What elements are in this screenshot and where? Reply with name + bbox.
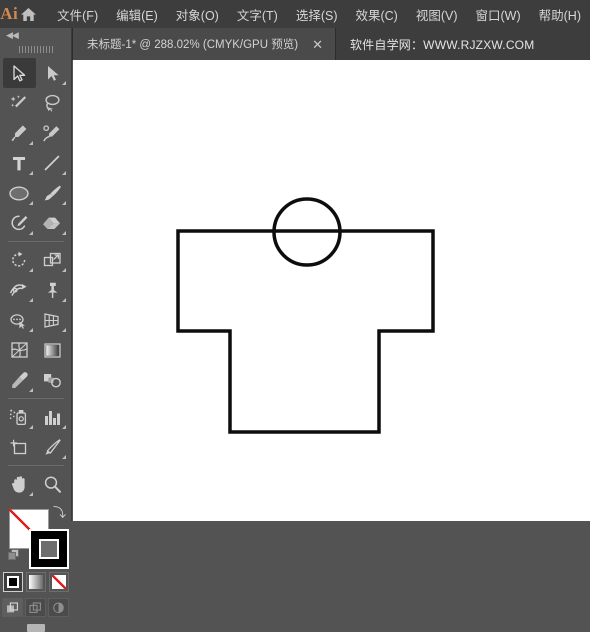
tool-separator	[3, 238, 69, 245]
scale-tool[interactable]	[36, 245, 69, 275]
zoom-tool[interactable]	[36, 469, 69, 499]
menu-view[interactable]: 视图(V)	[407, 1, 467, 28]
tools-panel: ◀◀ ⤵	[0, 28, 72, 632]
document-tab-title: 未标题-1* @ 288.02% (CMYK/GPU 预览)	[87, 39, 299, 51]
ai-logo: Ai	[0, 4, 19, 23]
direct-selection-tool[interactable]	[36, 58, 69, 88]
paintbrush-tool[interactable]	[36, 178, 69, 208]
document-tab-bar: 未标题-1* @ 288.02% (CMYK/GPU 预览) ✕ 软件自学网：W…	[0, 28, 590, 60]
home-icon[interactable]	[19, 0, 39, 28]
eraser-tool[interactable]	[36, 208, 69, 238]
shape-builder-tool[interactable]	[3, 305, 36, 335]
color-mode-button[interactable]	[2, 572, 23, 592]
illustrator-window: Ai 文件(F) 编辑(E) 对象(O) 文字(T) 选择(S) 效果(C) 视…	[0, 0, 590, 632]
symbol-sprayer-tool[interactable]	[3, 402, 36, 432]
slice-tool[interactable]	[36, 432, 69, 462]
column-graph-tool[interactable]	[36, 402, 69, 432]
tool-grid	[0, 58, 71, 499]
free-transform-tool[interactable]	[36, 275, 69, 305]
lasso-tool[interactable]	[36, 88, 69, 118]
tool-separator	[3, 395, 69, 402]
draw-normal-button[interactable]	[2, 598, 23, 617]
draw-behind-button[interactable]	[25, 598, 46, 617]
draw-mode-row	[0, 598, 71, 617]
hand-tool[interactable]	[3, 469, 36, 499]
menu-help[interactable]: 帮助(H)	[530, 1, 590, 28]
screen-mode-button[interactable]	[0, 624, 71, 632]
menu-type[interactable]: 文字(T)	[228, 1, 287, 28]
solid-color-icon	[6, 576, 19, 588]
width-tool[interactable]	[3, 275, 36, 305]
selection-tool[interactable]	[2, 58, 36, 88]
menu-window[interactable]: 窗口(W)	[467, 1, 530, 28]
perspective-grid-tool[interactable]	[36, 305, 69, 335]
swap-fill-stroke-icon[interactable]: ⤵	[53, 506, 66, 519]
menu-bar: Ai 文件(F) 编辑(E) 对象(O) 文字(T) 选择(S) 效果(C) 视…	[0, 0, 590, 29]
collapse-panel-icon[interactable]: ◀◀	[0, 28, 71, 42]
panel-drag-handle[interactable]	[0, 42, 71, 56]
t-shirt-outline-drawing	[176, 197, 435, 434]
gradient-tool[interactable]	[36, 335, 69, 365]
eyedropper-tool[interactable]	[3, 365, 36, 395]
line-segment-tool[interactable]	[36, 148, 69, 178]
color-mode-row	[0, 572, 71, 592]
blend-tool[interactable]	[36, 365, 69, 395]
menu-effect[interactable]: 效果(C)	[346, 1, 406, 28]
document-tab[interactable]: 未标题-1* @ 288.02% (CMYK/GPU 预览) ✕	[73, 28, 336, 60]
watermark-text: 软件自学网：WWW.RJZXW.COM	[349, 37, 535, 52]
curvature-tool[interactable]	[36, 118, 69, 148]
close-icon[interactable]: ✕	[309, 37, 326, 52]
rotate-tool[interactable]	[3, 245, 36, 275]
t-shirt-body-path[interactable]	[176, 229, 435, 434]
magic-wand-tool[interactable]	[3, 88, 36, 118]
menu-file[interactable]: 文件(F)	[48, 1, 107, 28]
fill-stroke-controls: ⤵	[0, 504, 71, 569]
menu-object[interactable]: 对象(O)	[167, 1, 228, 28]
none-icon	[51, 575, 66, 589]
default-fill-stroke-icon[interactable]	[8, 549, 21, 562]
draw-inside-button[interactable]	[48, 598, 69, 617]
pen-tool[interactable]	[3, 118, 36, 148]
mesh-tool[interactable]	[3, 335, 36, 365]
menu-edit[interactable]: 编辑(E)	[107, 1, 167, 28]
type-tool[interactable]	[3, 148, 36, 178]
ellipse-tool[interactable]	[3, 178, 36, 208]
none-mode-button[interactable]	[48, 572, 69, 592]
menu-item-list: 文件(F) 编辑(E) 对象(O) 文字(T) 选择(S) 效果(C) 视图(V…	[48, 1, 590, 28]
artboard-canvas[interactable]	[73, 60, 590, 521]
gradient-mode-button[interactable]	[25, 572, 46, 592]
tool-separator	[3, 462, 69, 469]
shaper-tool[interactable]	[3, 208, 36, 238]
artboard-tool[interactable]	[3, 432, 36, 462]
stroke-swatch[interactable]	[29, 529, 69, 569]
menu-select[interactable]: 选择(S)	[287, 1, 347, 28]
gradient-icon	[28, 575, 43, 589]
